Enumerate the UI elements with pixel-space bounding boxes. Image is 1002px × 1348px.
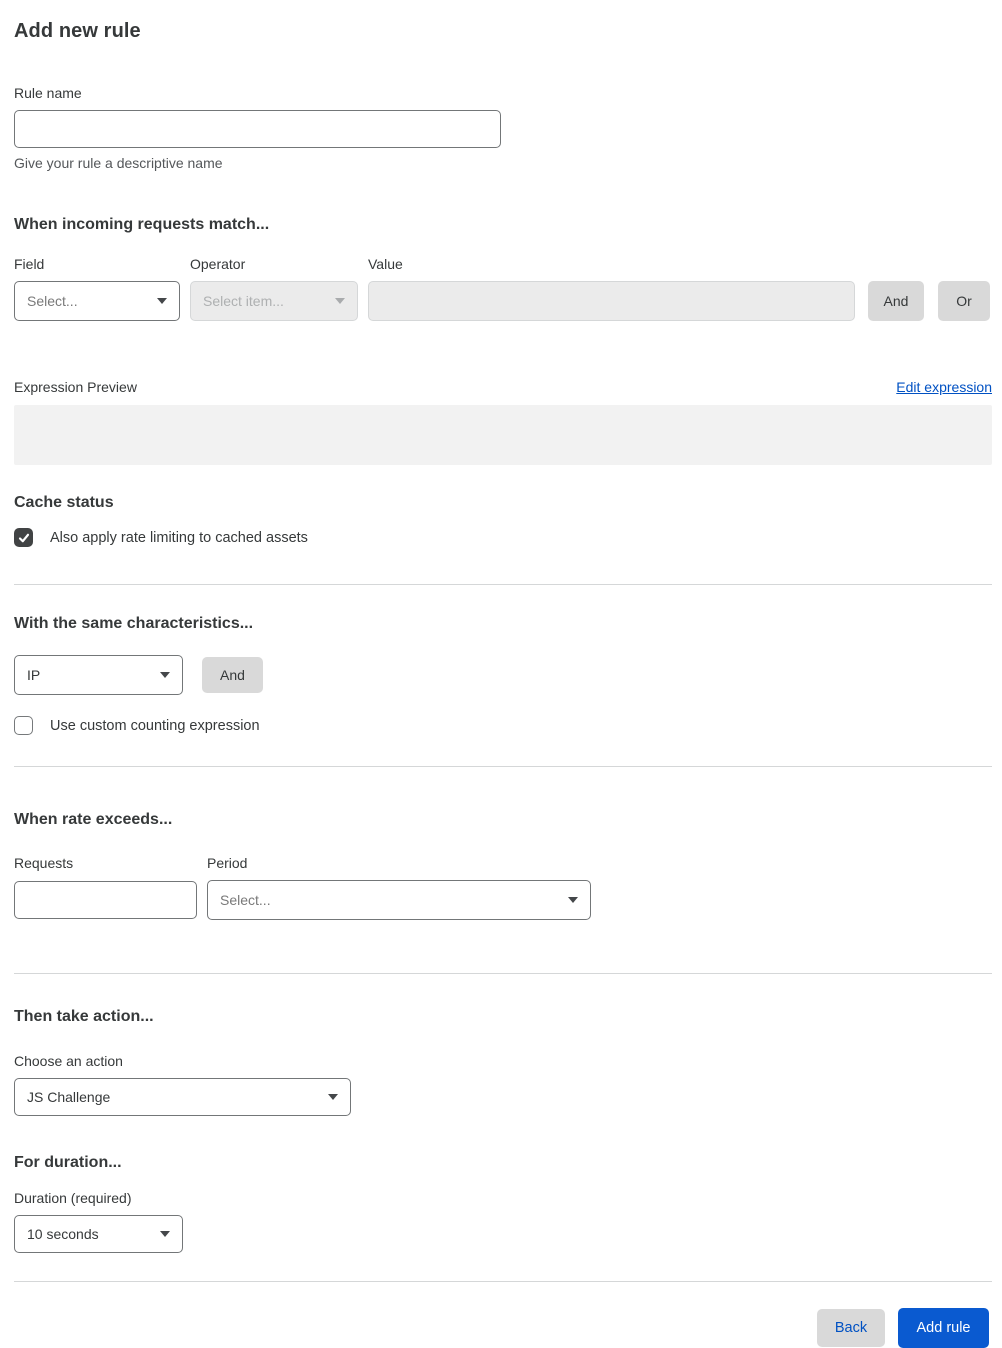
action-select-value: JS Challenge xyxy=(27,1089,111,1105)
custom-counting-checkbox[interactable] xyxy=(14,716,33,735)
operator-label: Operator xyxy=(190,256,246,272)
match-section-heading: When incoming requests match... xyxy=(14,216,270,233)
field-select[interactable]: Select... xyxy=(14,281,180,321)
expression-preview-box xyxy=(14,405,992,465)
add-rule-button[interactable]: Add rule xyxy=(898,1308,989,1348)
page-title: Add new rule xyxy=(14,20,141,42)
chevron-down-icon xyxy=(160,1231,170,1237)
operator-select: Select item... xyxy=(190,281,358,321)
field-label: Field xyxy=(14,256,45,272)
action-select[interactable]: JS Challenge xyxy=(14,1078,351,1116)
or-button[interactable]: Or xyxy=(938,281,990,321)
expression-preview-label: Expression Preview xyxy=(14,379,137,395)
rule-name-help: Give your rule a descriptive name xyxy=(14,155,223,171)
action-heading: Then take action... xyxy=(14,1008,154,1025)
chevron-down-icon xyxy=(568,897,578,903)
checkmark-icon xyxy=(18,533,29,542)
chevron-down-icon xyxy=(335,298,345,304)
characteristic-select-value: IP xyxy=(27,667,41,683)
divider xyxy=(14,766,992,767)
and-button[interactable]: And xyxy=(868,281,924,321)
divider xyxy=(14,1281,992,1282)
characteristic-select[interactable]: IP xyxy=(14,655,183,695)
duration-label: Duration (required) xyxy=(14,1190,132,1206)
chevron-down-icon xyxy=(157,298,167,304)
divider xyxy=(14,584,992,585)
duration-heading: For duration... xyxy=(14,1154,122,1171)
chevron-down-icon xyxy=(328,1094,338,1100)
period-select-value: Select... xyxy=(220,892,271,908)
characteristics-heading: With the same characteristics... xyxy=(14,615,254,632)
add-rule-form: Add new rule Rule name Give your rule a … xyxy=(0,0,1002,1348)
requests-input[interactable] xyxy=(14,881,197,919)
cache-status-heading: Cache status xyxy=(14,494,114,511)
value-label: Value xyxy=(368,256,403,272)
chevron-down-icon xyxy=(160,672,170,678)
value-input xyxy=(368,281,855,321)
rate-heading: When rate exceeds... xyxy=(14,811,173,828)
duration-select[interactable]: 10 seconds xyxy=(14,1215,183,1253)
characteristics-and-button[interactable]: And xyxy=(202,657,263,693)
requests-label: Requests xyxy=(14,855,74,871)
duration-select-value: 10 seconds xyxy=(27,1226,99,1242)
cache-checkbox-label: Also apply rate limiting to cached asset… xyxy=(50,529,308,546)
period-select[interactable]: Select... xyxy=(207,880,591,920)
edit-expression-link[interactable]: Edit expression xyxy=(896,379,992,396)
back-button[interactable]: Back xyxy=(817,1309,885,1347)
period-label: Period xyxy=(207,855,248,871)
rule-name-input[interactable] xyxy=(14,110,501,148)
field-select-value: Select... xyxy=(27,293,78,309)
rule-name-label: Rule name xyxy=(14,85,82,101)
operator-select-value: Select item... xyxy=(203,293,284,309)
divider xyxy=(14,973,992,974)
custom-counting-label: Use custom counting expression xyxy=(50,717,260,734)
action-label: Choose an action xyxy=(14,1053,123,1069)
cache-checkbox[interactable] xyxy=(14,528,33,547)
